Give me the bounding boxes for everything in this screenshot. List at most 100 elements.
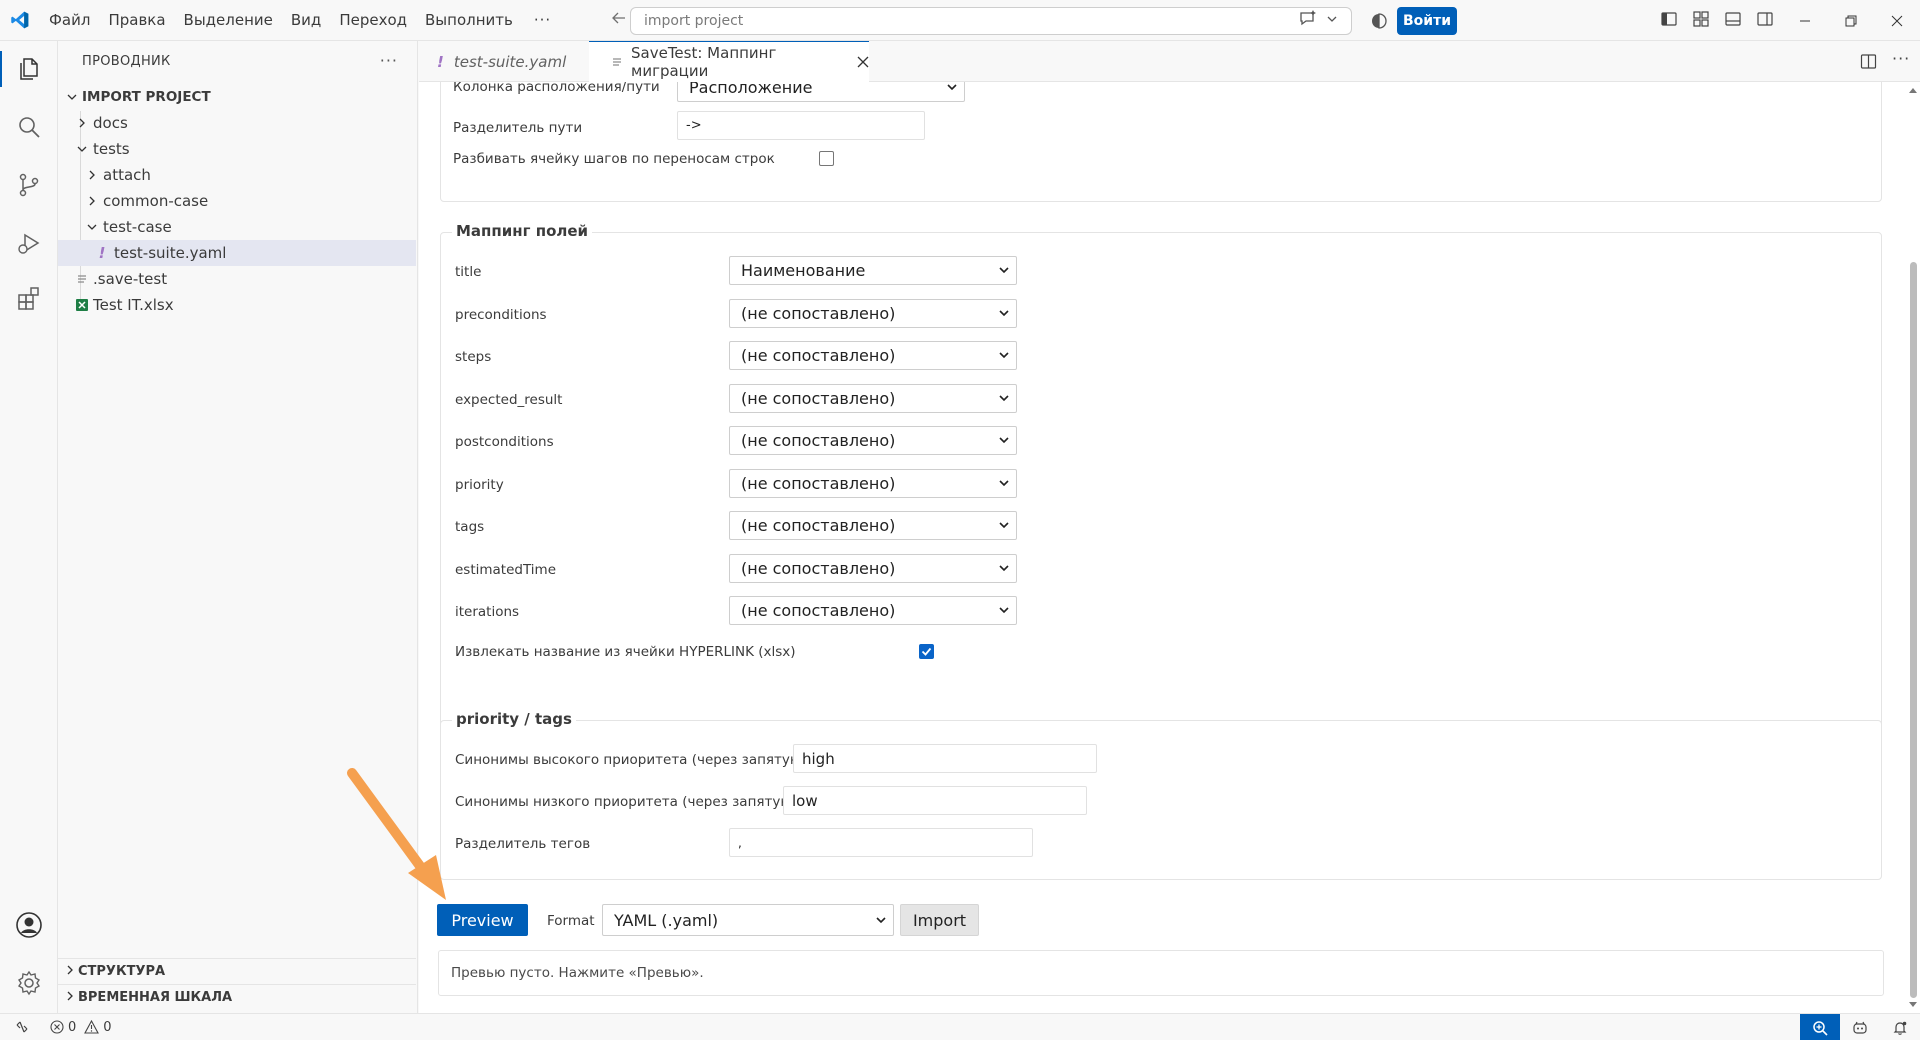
- accounts-icon[interactable]: [0, 901, 58, 949]
- copilot-status-icon[interactable]: [1840, 1020, 1880, 1036]
- zoom-icon[interactable]: [1800, 1014, 1840, 1040]
- timeline-section-label: ВРЕМЕННАЯ ШКАЛА: [78, 990, 233, 1005]
- tree-root-label: IMPORT PROJECT: [82, 89, 211, 105]
- menu-file[interactable]: Файл: [40, 0, 99, 41]
- more-actions-icon[interactable]: ···: [1892, 49, 1910, 68]
- menu-edit[interactable]: Правка: [99, 0, 174, 41]
- timeline-section[interactable]: ВРЕМЕННАЯ ШКАЛА: [58, 984, 416, 1010]
- tree-item-tests[interactable]: tests: [58, 136, 416, 162]
- gear-icon[interactable]: [0, 959, 58, 1007]
- low-priority-input[interactable]: low: [783, 786, 1087, 815]
- field-select-estimated-time[interactable]: (не сопоставлено): [729, 554, 1017, 583]
- tree-item-test-suite-yaml[interactable]: ! test-suite.yaml: [58, 240, 416, 266]
- command-center-text: import project: [644, 13, 744, 29]
- tree-item-label: test-case: [103, 218, 172, 236]
- chevron-down-icon: [999, 607, 1009, 614]
- source-control-icon[interactable]: [0, 161, 58, 209]
- tree-item-save-test[interactable]: .save-test: [58, 266, 416, 292]
- input-value: ->: [686, 118, 702, 133]
- extensions-icon[interactable]: [0, 275, 58, 323]
- tree-item-common-case[interactable]: common-case: [58, 188, 416, 214]
- activity-bar: [0, 41, 58, 1013]
- tag-separator-input[interactable]: ,: [729, 828, 1033, 857]
- field-select-iterations[interactable]: (не сопоставлено): [729, 596, 1017, 625]
- scroll-up-icon[interactable]: [1908, 86, 1918, 94]
- split-steps-checkbox[interactable]: [819, 151, 834, 166]
- high-priority-input[interactable]: high: [793, 744, 1097, 773]
- field-label-expected-result: expected_result: [455, 392, 563, 408]
- notifications-bell-icon[interactable]: [1880, 1020, 1920, 1036]
- chevron-down-icon: [999, 565, 1009, 572]
- preview-file-icon: [611, 56, 623, 68]
- chat-button[interactable]: [1298, 9, 1338, 29]
- chevron-down-icon: [64, 91, 80, 103]
- field-select-expected-result[interactable]: (не сопоставлено): [729, 384, 1017, 413]
- tab-savetest-mapping[interactable]: SaveTest: Маппинг миграции: [589, 41, 869, 82]
- field-label-iterations: iterations: [455, 604, 520, 620]
- toggle-panel-icon[interactable]: [1724, 10, 1742, 32]
- tree-item-label: .save-test: [93, 270, 168, 288]
- high-priority-label: Синонимы высокого приоритета (через запя…: [455, 752, 807, 768]
- chevron-down-icon: [999, 395, 1009, 402]
- menu-run[interactable]: Выполнить: [416, 0, 522, 41]
- menu-more-icon[interactable]: ···: [522, 11, 563, 29]
- select-value: (не сопоставлено): [741, 516, 896, 535]
- tree-root-import-project[interactable]: IMPORT PROJECT: [58, 84, 416, 110]
- select-value: Расположение: [689, 82, 813, 97]
- remote-icon[interactable]: [0, 1014, 44, 1040]
- status-bar: 0 0: [0, 1013, 1920, 1040]
- chevron-right-icon: [64, 964, 76, 980]
- problems-indicator[interactable]: 0 0: [50, 1020, 112, 1035]
- menu-view[interactable]: Вид: [282, 0, 330, 41]
- location-column-select[interactable]: Расположение: [677, 82, 965, 102]
- chevron-down-icon: [999, 310, 1009, 317]
- close-icon[interactable]: [857, 56, 869, 68]
- restore-icon[interactable]: [1828, 0, 1874, 41]
- tree-item-test-case[interactable]: test-case: [58, 214, 416, 240]
- scrollbar-thumb[interactable]: [1910, 262, 1917, 998]
- accounts-split-icon[interactable]: [1370, 12, 1388, 34]
- customize-layout-icon[interactable]: [1692, 10, 1710, 32]
- field-select-priority[interactable]: (не сопоставлено): [729, 469, 1017, 498]
- field-select-preconditions[interactable]: (не сопоставлено): [729, 299, 1017, 328]
- path-separator-input[interactable]: ->: [677, 111, 925, 140]
- command-center-search[interactable]: import project: [630, 7, 1352, 35]
- field-select-tags[interactable]: (не сопоставлено): [729, 511, 1017, 540]
- import-button[interactable]: Import: [900, 904, 979, 936]
- scroll-down-icon[interactable]: [1908, 1001, 1918, 1009]
- hyperlink-extract-checkbox[interactable]: [919, 644, 934, 659]
- outline-section[interactable]: СТРУКТУРА: [58, 958, 416, 984]
- menu-go[interactable]: Переход: [330, 0, 416, 41]
- field-select-steps[interactable]: (не сопоставлено): [729, 341, 1017, 370]
- close-window-icon[interactable]: [1874, 0, 1920, 41]
- tab-label: test-suite.yaml: [453, 52, 567, 71]
- preview-button[interactable]: Preview: [437, 904, 528, 936]
- toggle-primary-sidebar-icon[interactable]: [1660, 10, 1678, 32]
- sign-in-button[interactable]: Войти: [1397, 7, 1457, 35]
- field-select-postconditions[interactable]: (не сопоставлено): [729, 426, 1017, 455]
- editor-scrollbar[interactable]: [1906, 82, 1920, 1013]
- back-arrow-icon[interactable]: [611, 10, 627, 31]
- run-debug-icon[interactable]: [0, 219, 58, 267]
- preview-empty-text: Превью пусто. Нажмите «Превью».: [451, 965, 704, 981]
- select-value: (не сопоставлено): [741, 559, 896, 578]
- format-select[interactable]: YAML (.yaml): [602, 904, 894, 936]
- vscode-logo-icon: [0, 0, 40, 41]
- tree-item-test-it-xlsx[interactable]: Test IT.xlsx: [58, 292, 416, 318]
- tree-item-label: test-suite.yaml: [114, 244, 227, 262]
- explorer-icon[interactable]: [0, 45, 58, 93]
- tab-test-suite-yaml[interactable]: ! test-suite.yaml: [419, 41, 589, 82]
- split-editor-icon[interactable]: [1860, 53, 1877, 74]
- chevron-down-icon: [999, 522, 1009, 529]
- toggle-secondary-sidebar-icon[interactable]: [1756, 10, 1774, 32]
- field-select-title[interactable]: Наименование: [729, 256, 1017, 285]
- tree-item-attach[interactable]: attach: [58, 162, 416, 188]
- tree-item-docs[interactable]: docs: [58, 110, 416, 136]
- preview-output: Превью пусто. Нажмите «Превью».: [438, 950, 1884, 996]
- menu-selection[interactable]: Выделение: [175, 0, 282, 41]
- minimize-icon[interactable]: [1782, 0, 1828, 41]
- search-icon[interactable]: [0, 103, 58, 151]
- priority-tags-legend: priority / tags: [452, 710, 576, 728]
- explorer-more-icon[interactable]: ···: [380, 51, 398, 70]
- select-value: Наименование: [741, 261, 866, 280]
